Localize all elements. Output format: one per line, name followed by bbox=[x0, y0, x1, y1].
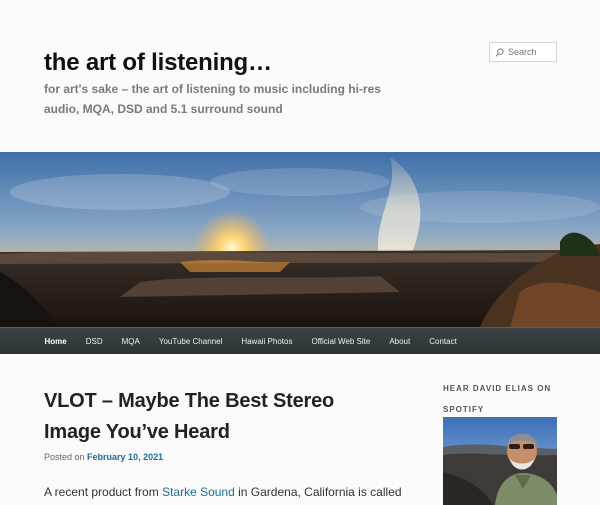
site-title[interactable]: the art of listening… bbox=[44, 49, 272, 77]
post-excerpt: A recent product from Starke Sound in Ga… bbox=[44, 485, 402, 499]
post-date-link[interactable]: February 10, 2021 bbox=[87, 452, 163, 462]
search-box[interactable] bbox=[489, 42, 557, 62]
spotify-widget-title: HEAR DAVID ELIAS ON SPOTIFY bbox=[443, 384, 552, 414]
site-description: for art's sake – the art of listening to… bbox=[44, 82, 381, 116]
nav-contact[interactable]: Contact bbox=[420, 337, 467, 346]
site-header: the art of listening… for art's sake – t… bbox=[0, 0, 600, 152]
excerpt-text-start: A recent product from bbox=[44, 485, 163, 499]
nav-official-web-site[interactable]: Official Web Site bbox=[302, 337, 380, 346]
post-title[interactable]: VLOT – Maybe The Best Stereo Image You’v… bbox=[44, 386, 374, 448]
magnifier-icon bbox=[495, 47, 504, 57]
header-banner-image bbox=[0, 152, 600, 327]
nav-dsd[interactable]: DSD bbox=[76, 337, 112, 346]
nav-hawaii-photos[interactable]: Hawaii Photos bbox=[232, 337, 302, 346]
post-meta: Posted on February 10, 2021 bbox=[44, 452, 163, 462]
nav-youtube-channel[interactable]: YouTube Channel bbox=[149, 337, 231, 346]
starke-sound-link[interactable]: Starke Sound bbox=[162, 485, 235, 499]
nav-home[interactable]: Home bbox=[35, 337, 76, 346]
artist-photo[interactable] bbox=[443, 417, 557, 505]
main-navigation: Home DSD MQA YouTube Channel Hawaii Phot… bbox=[0, 327, 600, 354]
search-input[interactable] bbox=[508, 47, 556, 57]
nav-mqa[interactable]: MQA bbox=[112, 337, 149, 346]
excerpt-text-end: in Gardena, California is called bbox=[234, 485, 402, 499]
posted-on-label: Posted on bbox=[44, 452, 85, 462]
nav-about[interactable]: About bbox=[380, 337, 420, 346]
